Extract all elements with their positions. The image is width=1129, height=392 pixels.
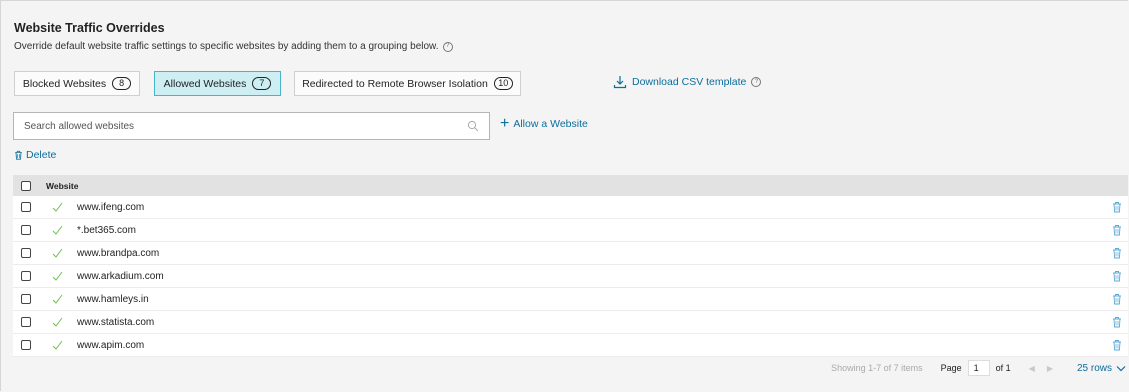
tab-count-badge: 7 bbox=[252, 77, 272, 90]
download-icon bbox=[613, 76, 627, 89]
tab-label: Blocked Websites bbox=[22, 77, 107, 90]
rows-per-page-label: 25 rows bbox=[1076, 362, 1112, 374]
checkmark-icon bbox=[52, 225, 63, 235]
website-cell: www.statista.com bbox=[77, 316, 155, 328]
next-page-icon[interactable]: ▶ bbox=[1047, 364, 1053, 373]
trash-icon[interactable] bbox=[1112, 270, 1122, 282]
allow-website-button[interactable]: + Allow a Website bbox=[500, 115, 588, 132]
tab-count-badge: 8 bbox=[112, 77, 132, 90]
delete-button[interactable]: Delete bbox=[14, 149, 56, 161]
checkmark-icon bbox=[52, 202, 63, 212]
help-icon[interactable]: ? bbox=[751, 77, 762, 87]
column-header-website: Website bbox=[46, 180, 79, 191]
website-cell: www.ifeng.com bbox=[77, 201, 145, 213]
pagination-bar: Showing 1-7 of 7 items Page of 1 ◀ ▶ 25 … bbox=[13, 353, 1128, 383]
download-label: Download CSV template bbox=[632, 76, 747, 88]
row-checkbox[interactable] bbox=[21, 317, 31, 327]
prev-page-icon[interactable]: ◀ bbox=[1029, 364, 1035, 373]
trash-icon[interactable] bbox=[1112, 316, 1122, 328]
trash-icon[interactable] bbox=[1112, 293, 1122, 305]
page-total: of 1 bbox=[995, 363, 1011, 373]
search-icon[interactable] bbox=[467, 120, 479, 132]
table-row[interactable]: *.bet365.com bbox=[13, 219, 1128, 242]
websites-table: Website www.ifeng.com *.bet365.com www.bra… bbox=[13, 175, 1128, 357]
tab-allowed-websites[interactable]: Allowed Websites 7 bbox=[154, 71, 281, 96]
tab-redirected-rbi[interactable]: Redirected to Remote Browser Isolation 1… bbox=[294, 71, 521, 96]
tab-label: Redirected to Remote Browser Isolation bbox=[302, 77, 488, 90]
table-row[interactable]: www.hamleys.in bbox=[13, 288, 1128, 311]
checkmark-icon bbox=[52, 317, 63, 327]
trash-icon[interactable] bbox=[1112, 247, 1122, 259]
website-cell: www.hamleys.in bbox=[77, 293, 149, 305]
select-all-checkbox[interactable] bbox=[21, 180, 31, 191]
tab-blocked-websites[interactable]: Blocked Websites 8 bbox=[14, 71, 140, 96]
table-row[interactable]: www.arkadium.com bbox=[13, 265, 1128, 288]
row-checkbox[interactable] bbox=[21, 340, 31, 350]
page-subtitle: Override default website traffic setting… bbox=[14, 41, 453, 52]
checkmark-icon bbox=[52, 340, 63, 350]
table-row[interactable]: www.ifeng.com bbox=[13, 196, 1128, 219]
delete-label: Delete bbox=[26, 149, 57, 161]
checkmark-icon bbox=[52, 248, 63, 258]
tab-label: Allowed Websites bbox=[163, 77, 247, 90]
checkmark-icon bbox=[52, 294, 63, 304]
plus-icon: + bbox=[500, 115, 510, 132]
table-row[interactable]: www.brandpa.com bbox=[13, 242, 1128, 265]
trash-icon[interactable] bbox=[1112, 224, 1122, 236]
subtitle-text: Override default website traffic setting… bbox=[14, 41, 439, 52]
trash-icon[interactable] bbox=[1112, 201, 1122, 213]
trash-icon[interactable] bbox=[1112, 339, 1122, 351]
website-cell: www.arkadium.com bbox=[77, 270, 164, 282]
row-checkbox[interactable] bbox=[21, 248, 31, 258]
help-icon[interactable]: ? bbox=[442, 41, 453, 52]
showing-count: Showing 1-7 of 7 items bbox=[831, 363, 923, 373]
page-title: Website Traffic Overrides bbox=[14, 21, 165, 35]
rows-per-page-select[interactable]: 25 rows bbox=[1077, 363, 1126, 374]
row-checkbox[interactable] bbox=[21, 225, 31, 235]
table-header: Website bbox=[13, 175, 1128, 196]
website-cell: www.apim.com bbox=[77, 339, 145, 351]
page-number-input[interactable] bbox=[967, 360, 990, 376]
table-row[interactable]: www.statista.com bbox=[13, 311, 1128, 334]
website-cell: *.bet365.com bbox=[77, 224, 136, 236]
website-cell: www.brandpa.com bbox=[77, 247, 160, 259]
row-checkbox[interactable] bbox=[21, 271, 31, 281]
trash-icon bbox=[15, 150, 22, 160]
page-label: Page bbox=[940, 363, 962, 373]
row-checkbox[interactable] bbox=[21, 294, 31, 304]
chevron-down-icon bbox=[1116, 365, 1126, 371]
download-csv-link[interactable]: Download CSV template ? bbox=[613, 75, 762, 89]
table-body: www.ifeng.com *.bet365.com www.brandpa.com… bbox=[13, 196, 1128, 357]
tab-count-badge: 10 bbox=[493, 77, 513, 90]
row-checkbox[interactable] bbox=[21, 202, 31, 212]
search-input[interactable] bbox=[14, 113, 464, 139]
checkmark-icon bbox=[52, 271, 63, 281]
search-field bbox=[13, 112, 490, 140]
allow-website-label: Allow a Website bbox=[513, 118, 588, 130]
